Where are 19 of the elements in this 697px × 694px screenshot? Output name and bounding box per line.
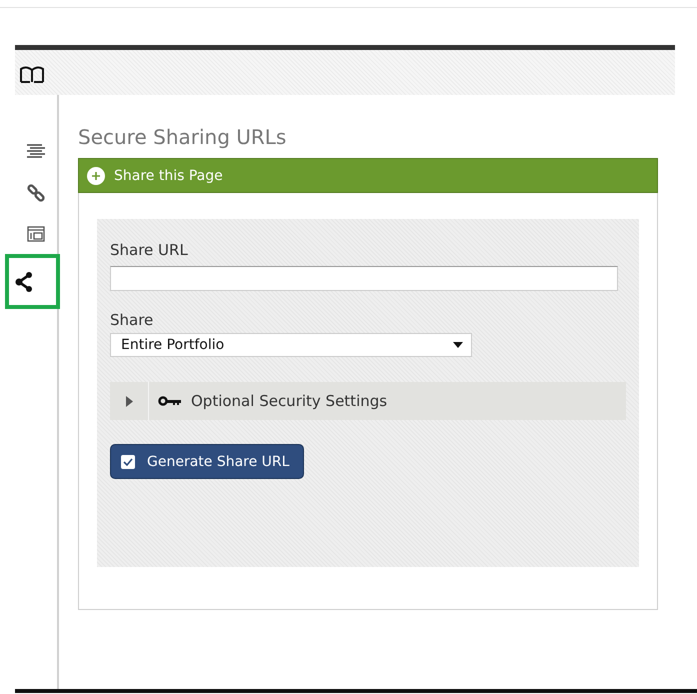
dropdown-caret-icon bbox=[453, 342, 463, 348]
share-icon bbox=[15, 272, 33, 292]
field-label: Share bbox=[110, 311, 154, 331]
link-icon bbox=[27, 184, 45, 202]
generate-button[interactable]: Generate Share URL bbox=[110, 444, 304, 479]
field-label: Share URL bbox=[110, 241, 189, 261]
url-field[interactable] bbox=[110, 266, 618, 291]
section-title: Share this Page bbox=[114, 168, 223, 184]
checkbox[interactable] bbox=[121, 454, 135, 468]
list-icon bbox=[27, 144, 45, 160]
page-title: Secure Sharing URLs bbox=[78, 125, 288, 151]
key-icon bbox=[158, 396, 182, 406]
expand-triangle-icon bbox=[126, 396, 132, 406]
book-icon[interactable] bbox=[19, 66, 45, 84]
layout-icon bbox=[27, 226, 45, 242]
plus-icon bbox=[87, 166, 105, 184]
sidebar-item[interactable] bbox=[5, 254, 60, 309]
share-dropdown[interactable]: Entire Portfolio bbox=[110, 333, 472, 357]
security-settings-row[interactable]: Optional Security Settings bbox=[110, 382, 626, 420]
